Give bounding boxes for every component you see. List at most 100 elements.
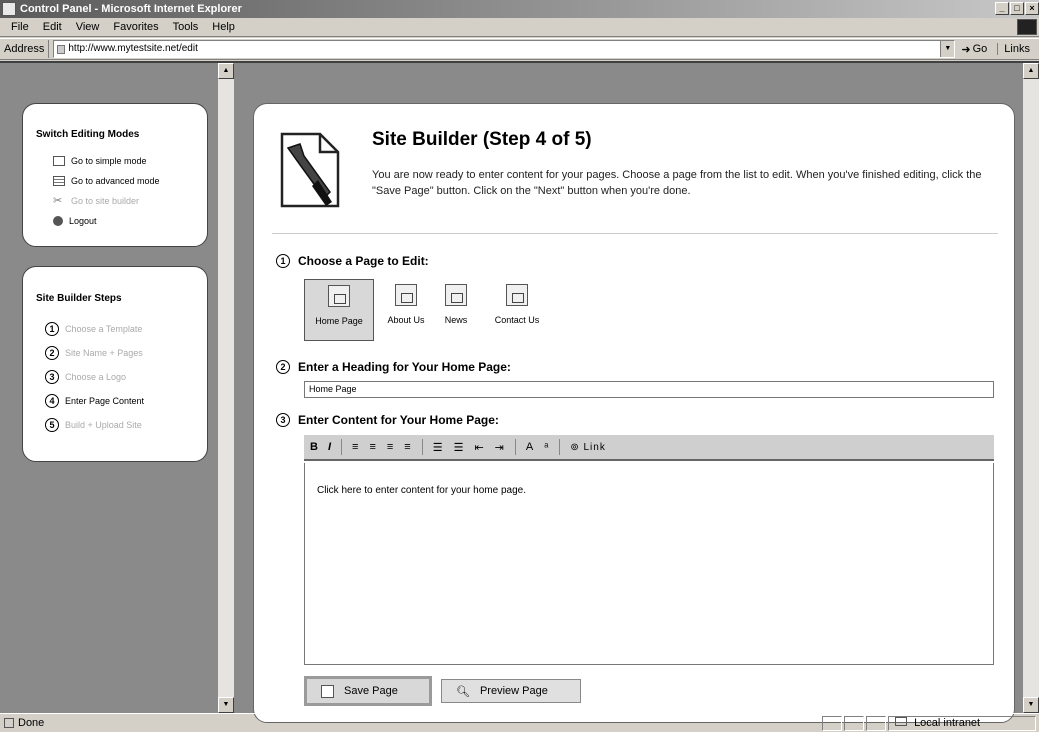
home-page-label: Home Page xyxy=(315,316,363,326)
scroll-down-button[interactable]: ▼ xyxy=(218,697,234,713)
text-color-icon[interactable]: A xyxy=(526,441,534,453)
zone-label: Local intranet xyxy=(914,717,981,729)
window-title: Control Panel - Microsoft Internet Explo… xyxy=(20,3,242,15)
go-arrow-icon: ➜ xyxy=(961,43,971,56)
news-page-icon xyxy=(445,284,467,306)
menu-edit[interactable]: Edit xyxy=(36,21,69,33)
home-page-icon xyxy=(328,285,350,307)
menu-view[interactable]: View xyxy=(69,21,107,33)
section-2-label: Enter a Heading for Your Home Page: xyxy=(298,360,511,374)
site-builder-link: ✂ Go to site builder xyxy=(53,195,139,207)
advanced-mode-link[interactable]: Go to advanced mode xyxy=(53,176,160,186)
indent-icon[interactable]: ⇥ xyxy=(495,441,505,454)
logout-link[interactable]: Logout xyxy=(53,216,97,226)
site-builder-card: Site Builder (Step 4 of 5) You are now r… xyxy=(253,103,1015,723)
align-left-icon[interactable]: ≡ xyxy=(352,441,359,453)
status-text: Done xyxy=(18,717,45,729)
news-page-label: News xyxy=(444,315,468,325)
site-builder-steps-panel: Site Builder Steps 1 Choose a Template 2… xyxy=(22,266,208,462)
left-scrollbar[interactable]: ▲ ▼ xyxy=(218,63,234,713)
choose-page-heading: 1 Choose a Page to Edit: xyxy=(276,254,429,268)
step-5: 5 Build + Upload Site xyxy=(45,418,142,432)
throbber-icon xyxy=(1017,19,1037,35)
section-3-label: Enter Content for Your Home Page: xyxy=(298,413,499,427)
page-contact[interactable]: Contact Us xyxy=(486,279,548,341)
link-button[interactable]: ⊚ Link xyxy=(570,442,606,453)
scroll-up-button[interactable]: ▲ xyxy=(1023,63,1039,79)
link-icon: ⊚ xyxy=(570,441,580,453)
status-page-icon xyxy=(4,718,14,728)
status-cell xyxy=(866,716,886,731)
section-2-number: 2 xyxy=(276,360,290,374)
menu-bar: File Edit View Favorites Tools Help xyxy=(0,18,1039,37)
tools-icon: ✂ xyxy=(53,195,63,207)
menu-favorites[interactable]: Favorites xyxy=(106,21,165,33)
step-3: 3 Choose a Logo xyxy=(45,370,126,384)
toolbar-separator xyxy=(341,439,343,455)
italic-button[interactable]: I xyxy=(328,441,331,453)
go-button[interactable]: ➜ Go xyxy=(961,43,987,56)
scroll-down-button[interactable]: ▼ xyxy=(1023,697,1039,713)
save-page-button[interactable]: Save Page xyxy=(304,676,432,706)
step-1: 1 Choose a Template xyxy=(45,322,142,336)
highlight-icon[interactable]: ᵃ xyxy=(544,441,549,453)
align-center-icon[interactable]: ≡ xyxy=(369,441,376,453)
bold-button[interactable]: B xyxy=(310,441,318,453)
page-news[interactable]: News xyxy=(436,279,476,341)
bullet-list-icon[interactable]: ☰ xyxy=(454,441,465,454)
right-scrollbar[interactable]: ▲ ▼ xyxy=(1023,63,1039,713)
page-area: Switch Editing Modes Go to simple mode G… xyxy=(0,61,1039,723)
step-3-number: 3 xyxy=(45,370,59,384)
toolbar-separator xyxy=(514,439,516,455)
logout-icon xyxy=(53,216,63,226)
page-icon xyxy=(57,45,66,54)
page-about[interactable]: About Us xyxy=(380,279,432,341)
divider xyxy=(272,233,998,234)
section-1-label: Choose a Page to Edit: xyxy=(298,254,429,268)
logout-label: Logout xyxy=(69,216,97,226)
step-2: 2 Site Name + Pages xyxy=(45,346,143,360)
simple-mode-link[interactable]: Go to simple mode xyxy=(53,156,147,166)
minimize-button[interactable]: _ xyxy=(995,2,1009,15)
links-button[interactable]: Links xyxy=(997,43,1030,55)
toolbar-separator xyxy=(559,439,561,455)
advanced-mode-icon xyxy=(53,176,65,186)
zone-indicator: Local intranet xyxy=(888,716,1036,731)
justify-icon[interactable]: ≡ xyxy=(404,441,411,453)
heading-section: 2 Enter a Heading for Your Home Page: xyxy=(276,360,511,374)
menu-tools[interactable]: Tools xyxy=(166,21,206,33)
status-cell xyxy=(844,716,864,731)
close-button[interactable]: × xyxy=(1025,2,1039,15)
step-1-label: Choose a Template xyxy=(65,324,143,334)
address-dropdown-button[interactable]: ▼ xyxy=(940,41,955,57)
ie-icon xyxy=(2,2,16,16)
modes-title: Switch Editing Modes xyxy=(36,129,140,140)
page-title: Site Builder (Step 4 of 5) xyxy=(372,129,592,150)
section-3-number: 3 xyxy=(276,413,290,427)
document-tool-icon xyxy=(280,132,340,208)
scroll-up-button[interactable]: ▲ xyxy=(218,63,234,79)
simple-mode-label: Go to simple mode xyxy=(71,156,147,166)
preview-page-button[interactable]: 🔍︎ Preview Page xyxy=(441,679,581,703)
address-input[interactable]: http://www.mytestsite.net/edit ▼ xyxy=(53,40,956,58)
simple-mode-icon xyxy=(53,156,65,166)
editor-toolbar: B I ≡ ≡ ≡ ≡ ☰ ☰ ⇤ ⇥ A ᵃ ⊚ Link xyxy=(304,435,994,461)
page-home[interactable]: Home Page xyxy=(304,279,374,341)
menu-help[interactable]: Help xyxy=(205,21,242,33)
title-bar: Control Panel - Microsoft Internet Explo… xyxy=(0,0,1039,18)
address-label: Address xyxy=(0,40,50,58)
maximize-button[interactable]: □ xyxy=(1010,2,1024,15)
content-editor[interactable]: Click here to enter content for your hom… xyxy=(304,463,994,665)
status-cell xyxy=(822,716,842,731)
address-bar: Address http://www.mytestsite.net/edit ▼… xyxy=(0,38,1039,60)
numbered-list-icon[interactable]: ☰ xyxy=(433,441,444,454)
outdent-icon[interactable]: ⇤ xyxy=(474,441,484,454)
align-right-icon[interactable]: ≡ xyxy=(387,441,394,453)
contact-page-label: Contact Us xyxy=(494,315,540,325)
heading-input[interactable]: Home Page xyxy=(304,381,994,398)
menu-file[interactable]: File xyxy=(4,21,36,33)
step-5-number: 5 xyxy=(45,418,59,432)
address-url: http://www.mytestsite.net/edit xyxy=(68,43,198,54)
section-1-number: 1 xyxy=(276,254,290,268)
main-frame: Site Builder (Step 4 of 5) You are now r… xyxy=(238,63,1023,723)
